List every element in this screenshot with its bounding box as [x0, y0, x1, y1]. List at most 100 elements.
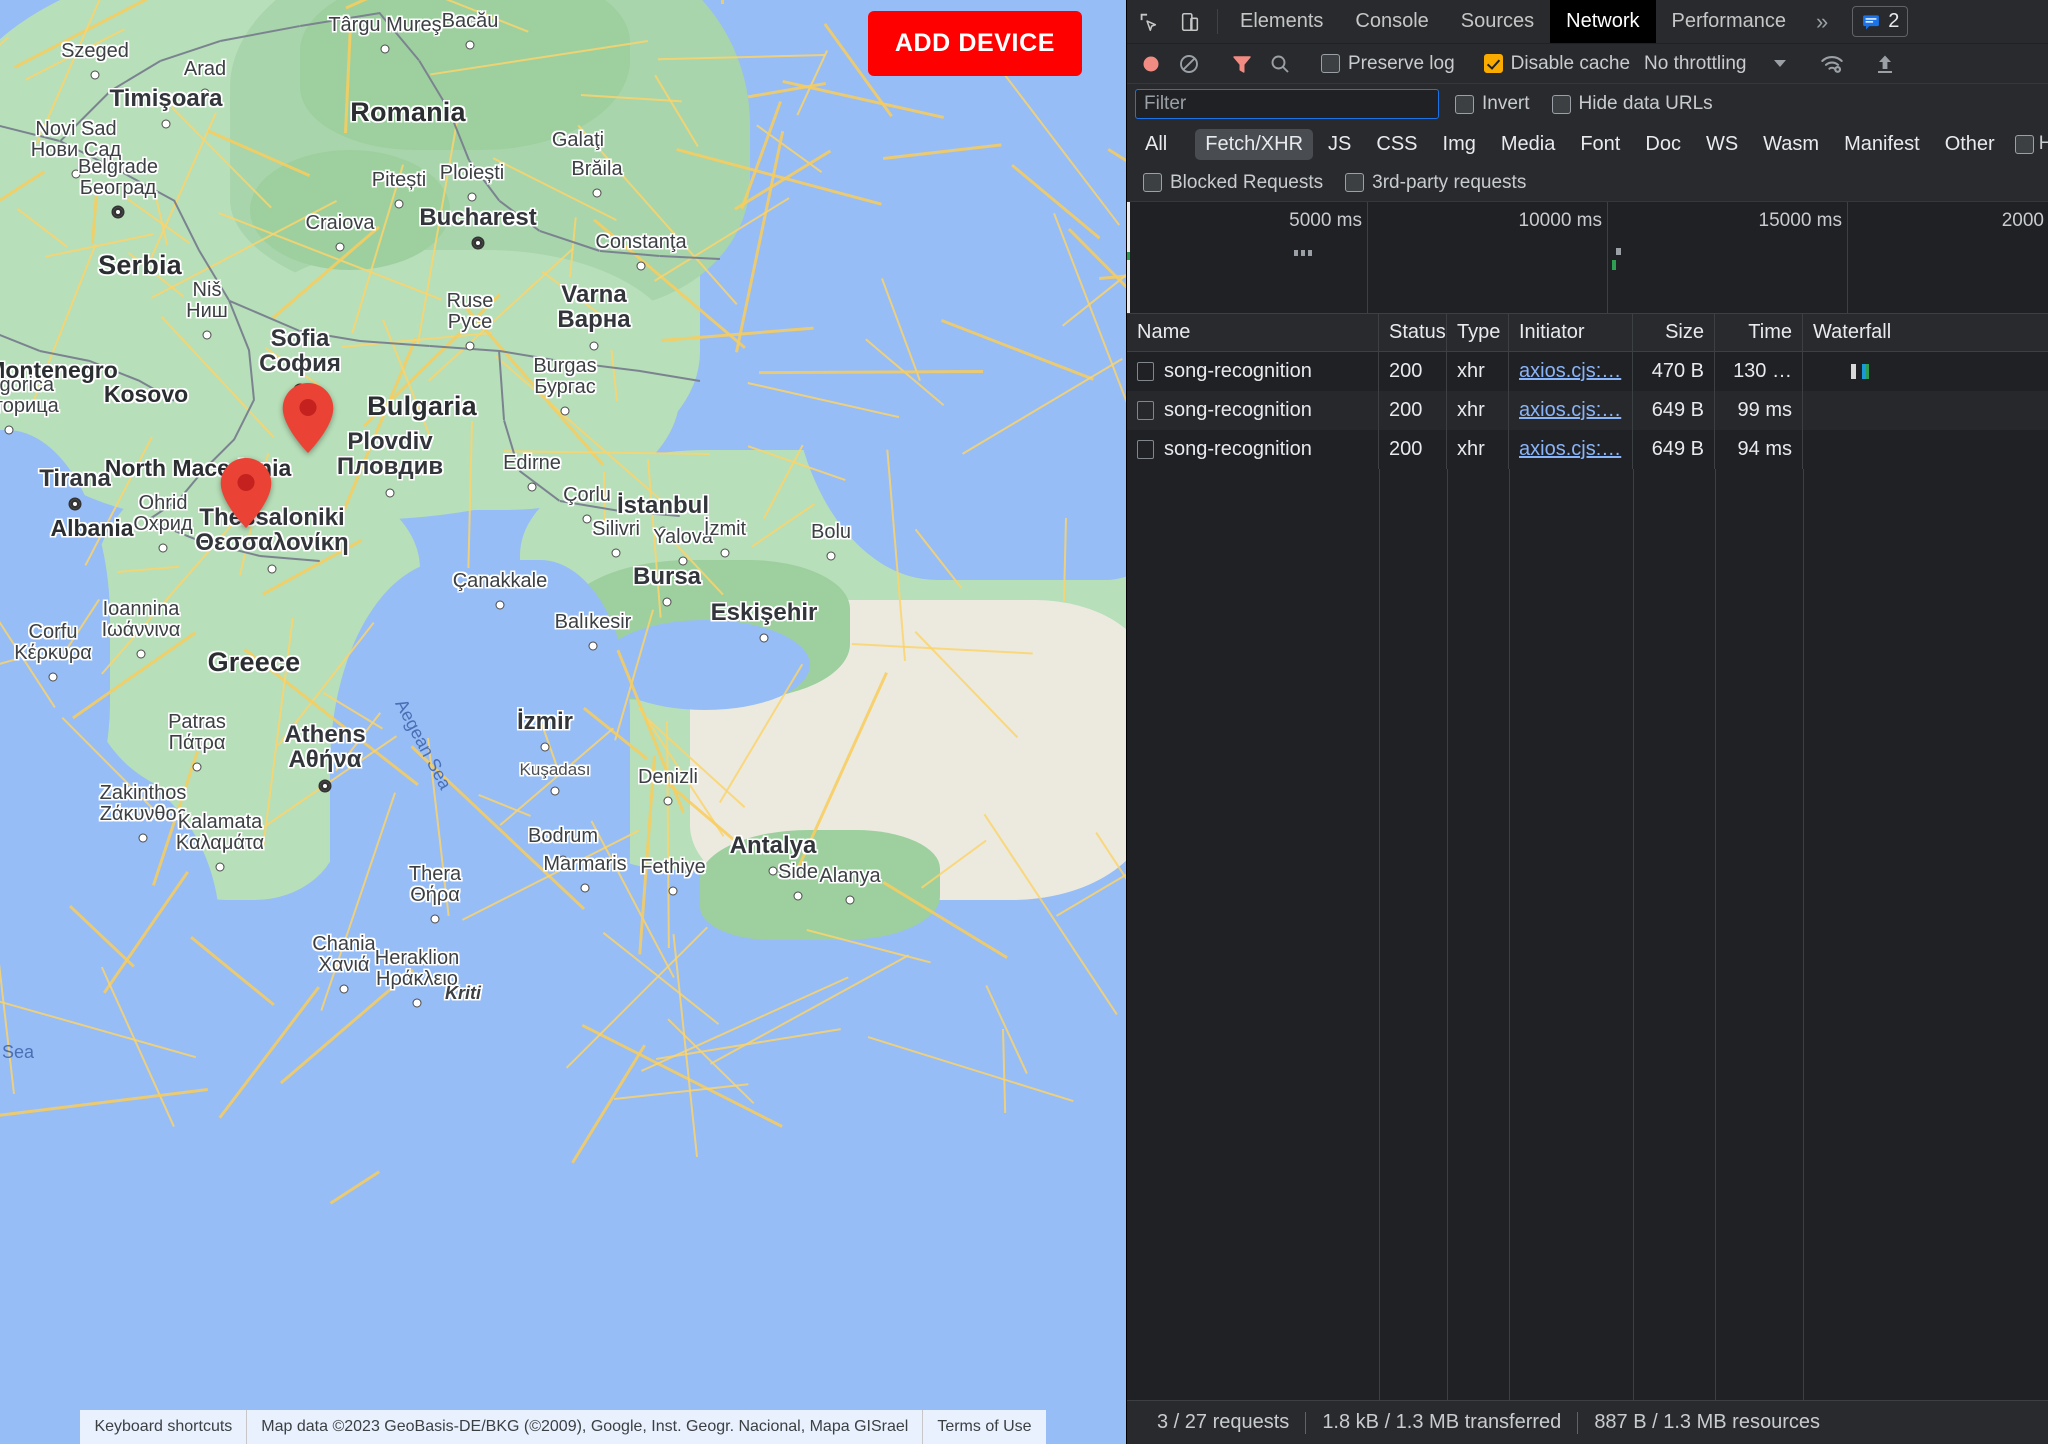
has-blocked-cookies-checkbox[interactable] — [2014, 134, 2034, 154]
device-pin-bulgaria[interactable] — [282, 383, 334, 453]
map-pane[interactable]: RomaniaSerbiaBulgariaGreeceKosovoMontene… — [0, 0, 1126, 1444]
column-header-type[interactable]: Type — [1447, 314, 1509, 351]
filter-input[interactable] — [1135, 89, 1439, 119]
network-conditions-icon[interactable] — [1814, 46, 1850, 82]
search-icon[interactable] — [1262, 46, 1298, 82]
tab-elements[interactable]: Elements — [1224, 0, 1339, 43]
filter-icon[interactable] — [1224, 46, 1260, 82]
chevron-down-icon[interactable] — [1774, 60, 1787, 67]
table-row[interactable]: song-recognition 200 xhr axios.cjs:… 649… — [1127, 391, 2048, 430]
preserve-log-group[interactable]: Preserve log — [1315, 53, 1461, 75]
network-overview-timeline[interactable]: 5000 ms 10000 ms 15000 ms 2000 — [1127, 202, 2048, 314]
app-root: RomaniaSerbiaBulgariaGreeceKosovoMontene… — [0, 0, 2048, 1444]
tab-network[interactable]: Network — [1550, 0, 1656, 43]
request-size: 470 B — [1633, 352, 1715, 391]
column-header-name[interactable]: Name — [1127, 314, 1379, 351]
column-header-waterfall[interactable]: Waterfall — [1803, 314, 2048, 351]
third-party-requests-checkbox[interactable] — [1345, 173, 1365, 192]
disable-cache-label: Disable cache — [1510, 52, 1631, 74]
map-city-dot — [136, 649, 146, 659]
column-header-initiator[interactable]: Initiator — [1509, 314, 1633, 351]
issues-badge[interactable]: 2 — [1852, 6, 1909, 37]
column-header-status[interactable]: Status — [1379, 314, 1447, 351]
more-tabs-icon[interactable]: » — [1802, 0, 1842, 43]
grid-line — [1715, 469, 1716, 1400]
road-segment — [868, 1036, 1074, 1102]
keyboard-shortcuts-link[interactable]: Keyboard shortcuts — [80, 1410, 247, 1444]
issues-count: 2 — [1888, 10, 1900, 32]
type-filter-ws[interactable]: WS — [1696, 129, 1748, 160]
type-filter-img[interactable]: Img — [1433, 129, 1486, 160]
tab-console[interactable]: Console — [1339, 0, 1444, 43]
map-city-dot — [385, 488, 395, 498]
type-filter-font[interactable]: Font — [1570, 129, 1630, 160]
map-city-dot — [111, 205, 125, 219]
add-device-button[interactable]: ADD DEVICE — [867, 11, 1082, 76]
tab-performance[interactable]: Performance — [1656, 0, 1803, 43]
request-name: song-recognition — [1164, 360, 1312, 382]
grid-line — [1633, 469, 1634, 1400]
type-filter-js[interactable]: JS — [1318, 129, 1361, 160]
request-initiator-cell: axios.cjs:… — [1509, 430, 1633, 469]
import-har-icon[interactable] — [1867, 46, 1903, 82]
initiator-link[interactable]: axios.cjs:… — [1519, 360, 1621, 383]
request-initiator-cell: axios.cjs:… — [1509, 352, 1633, 391]
hide-data-urls-checkbox[interactable] — [1551, 94, 1571, 114]
disable-cache-group[interactable]: Disable cache — [1478, 53, 1636, 75]
map-city-dot — [71, 169, 81, 179]
type-filter-fetch-xhr[interactable]: Fetch/XHR — [1195, 128, 1314, 160]
map-city-dot — [845, 895, 855, 905]
inspect-element-icon[interactable] — [1127, 0, 1169, 43]
grid-line — [1509, 469, 1510, 1400]
map-city-dot — [138, 833, 148, 843]
type-filter-doc[interactable]: Doc — [1635, 129, 1691, 160]
type-filter-all[interactable]: All — [1135, 129, 1177, 160]
throttling-select[interactable]: No throttling — [1638, 53, 1752, 75]
invert-checkbox[interactable] — [1455, 94, 1474, 114]
devtools-panel: Elements Console Sources Network Perform… — [1126, 0, 2048, 1444]
type-filter-other[interactable]: Other — [1935, 129, 2005, 160]
tab-sources[interactable]: Sources — [1445, 0, 1550, 43]
request-time: 94 ms — [1715, 430, 1803, 469]
road-segment — [985, 985, 1028, 1075]
clear-button[interactable] — [1171, 46, 1207, 82]
third-party-requests-group[interactable]: 3rd-party requests — [1339, 172, 1532, 194]
blocked-requests-group[interactable]: Blocked Requests — [1137, 172, 1329, 194]
waterfall-queue-segment — [1851, 364, 1856, 379]
type-filter-media[interactable]: Media — [1491, 129, 1565, 160]
map-city-dot — [467, 192, 477, 202]
map-city-dot — [668, 886, 678, 896]
type-filter-css[interactable]: CSS — [1366, 129, 1427, 160]
blocked-requests-checkbox[interactable] — [1143, 173, 1162, 192]
type-filter-manifest[interactable]: Manifest — [1834, 129, 1930, 160]
invert-group[interactable]: Invert — [1449, 93, 1536, 115]
request-name-cell[interactable]: song-recognition — [1127, 391, 1379, 430]
status-resources: 887 B / 1.3 MB resources — [1594, 1411, 1820, 1433]
record-button[interactable] — [1133, 46, 1169, 82]
disable-cache-checkbox[interactable] — [1483, 54, 1503, 73]
terms-of-use-link[interactable]: Terms of Use — [923, 1410, 1046, 1444]
map-city-dot — [589, 341, 599, 351]
overview-marker — [1294, 250, 1298, 256]
table-row[interactable]: song-recognition 200 xhr axios.cjs:… 470… — [1127, 352, 2048, 391]
toggle-device-toolbar-icon[interactable] — [1169, 0, 1211, 43]
map-city-dot — [768, 866, 778, 876]
hide-data-urls-group[interactable]: Hide data URLs — [1546, 93, 1719, 115]
overview-marker — [1308, 250, 1312, 256]
initiator-link[interactable]: axios.cjs:… — [1519, 399, 1621, 422]
map-data-attribution: Map data ©2023 GeoBasis-DE/BKG (©2009), … — [247, 1410, 923, 1444]
map-city-dot — [678, 556, 688, 566]
road-segment — [721, 0, 725, 5]
request-name-cell[interactable]: song-recognition — [1127, 430, 1379, 469]
type-filter-wasm[interactable]: Wasm — [1753, 129, 1829, 160]
map-city-dot — [560, 406, 570, 416]
table-row[interactable]: song-recognition 200 xhr axios.cjs:… 649… — [1127, 430, 2048, 469]
column-header-time[interactable]: Time — [1715, 314, 1803, 351]
device-pin-thessaloniki[interactable] — [220, 458, 272, 528]
request-name-cell[interactable]: song-recognition — [1127, 352, 1379, 391]
map-attribution-bar: Keyboard shortcuts Map data ©2023 GeoBas… — [0, 1410, 1126, 1444]
column-header-size[interactable]: Size — [1633, 314, 1715, 351]
preserve-log-checkbox[interactable] — [1321, 54, 1340, 73]
initiator-link[interactable]: axios.cjs:… — [1519, 438, 1621, 461]
devtools-tabbar: Elements Console Sources Network Perform… — [1127, 0, 2048, 44]
